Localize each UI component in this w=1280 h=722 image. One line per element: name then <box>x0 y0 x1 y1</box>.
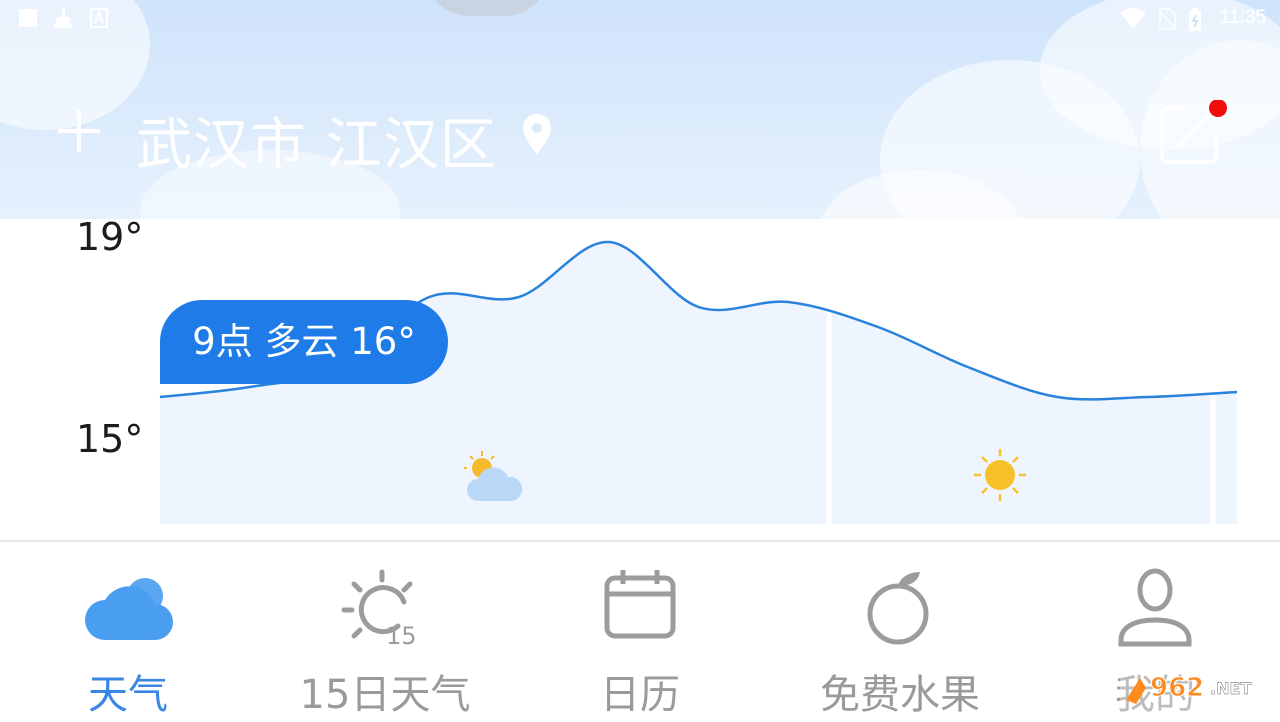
status-bar: 11:35 <box>0 0 1280 36</box>
tab-15-day-label: 15日天气 <box>299 672 471 718</box>
user-icon <box>1118 568 1192 647</box>
no-sim-icon <box>1158 8 1176 30</box>
location-pin-icon <box>523 114 551 154</box>
tab-weather[interactable]: 天气 <box>28 542 228 722</box>
tab-calendar-label: 日历 <box>600 672 680 718</box>
sunny-icon <box>974 449 1026 501</box>
partly-cloudy-icon <box>464 451 523 501</box>
fruit-icon <box>867 572 929 645</box>
watermark-logo-icon: 962 .NET 乐游网 <box>1120 670 1272 716</box>
cleaner-icon <box>54 8 72 28</box>
tab-15-day[interactable]: 15 15日天气 <box>280 542 490 722</box>
svg-text:.NET: .NET <box>1210 679 1251 698</box>
notification-icon <box>19 9 37 27</box>
calendar-icon <box>604 570 676 639</box>
clock: 11:35 <box>1219 7 1266 28</box>
current-hour-tooltip[interactable]: 9点 多云 16° <box>160 300 448 384</box>
font-icon <box>90 8 108 28</box>
svg-text:962: 962 <box>1150 673 1204 703</box>
sun-15-icon: 15 <box>341 569 417 648</box>
svg-text:15: 15 <box>386 622 417 648</box>
cloud-sun-icon <box>85 574 173 640</box>
tab-weather-label: 天气 <box>88 672 168 718</box>
svg-text:乐游网: 乐游网 <box>1220 701 1259 716</box>
tab-free-fruit[interactable]: 免费水果 <box>790 542 1010 722</box>
wifi-icon <box>1120 8 1146 29</box>
tab-free-fruit-label: 免费水果 <box>820 672 980 718</box>
hourly-temperature-chart: 19° 15° 9点 多云 16° <box>0 215 1280 540</box>
bottom-navigation: 天气 15 15日天气 日历 免费水果 我的 <box>0 540 1280 722</box>
tab-calendar[interactable]: 日历 <box>540 542 740 722</box>
edit-share-button[interactable] <box>1158 100 1230 166</box>
battery-icon <box>1189 8 1201 31</box>
city-name[interactable]: 武汉市 江汉区 <box>136 100 497 181</box>
site-watermark: 962 .NET 乐游网 <box>1120 670 1272 716</box>
add-city-button[interactable] <box>56 108 102 154</box>
